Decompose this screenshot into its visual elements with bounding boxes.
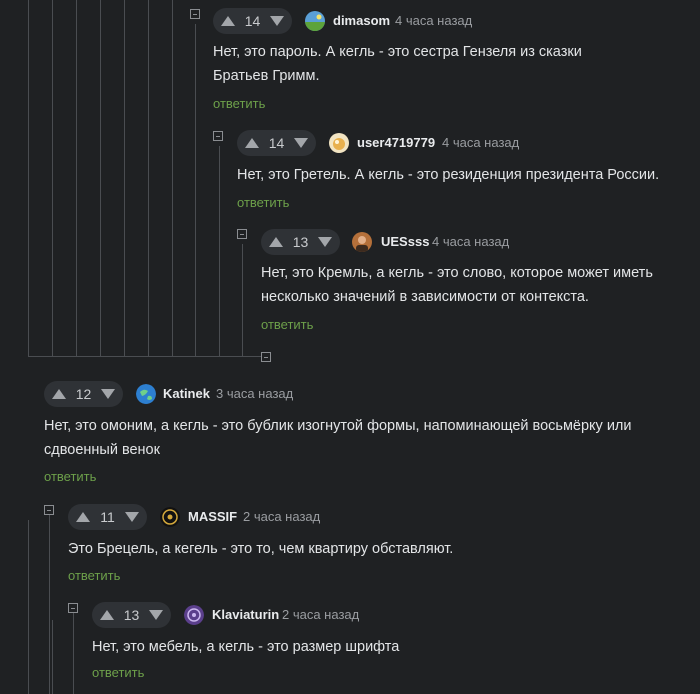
thread-line <box>49 515 50 694</box>
thread-line <box>219 146 220 356</box>
vote-count: 14 <box>268 135 285 151</box>
comment-text: Нет, это омоним, а кегль - это бублик из… <box>44 414 694 462</box>
upvote-arrow-icon[interactable] <box>245 138 259 148</box>
thread-line <box>52 620 53 694</box>
collapse-toggle[interactable] <box>237 229 247 239</box>
thread-line <box>172 0 173 356</box>
comment-text-line: Нет, это омоним, а кегль - это бублик из… <box>44 418 632 434</box>
thread-line <box>28 356 266 357</box>
comment-text-line: Нет, это Кремль, а кегль - это слово, ко… <box>261 265 653 281</box>
upvote-arrow-icon[interactable] <box>221 16 235 26</box>
downvote-arrow-icon[interactable] <box>293 138 308 148</box>
reply-link[interactable]: ответить <box>213 96 265 111</box>
vote-box: 13 <box>92 602 171 628</box>
collapse-toggle[interactable] <box>213 131 223 141</box>
upvote-arrow-icon[interactable] <box>269 237 283 247</box>
thread-line <box>148 0 149 356</box>
vote-count: 12 <box>75 386 92 402</box>
thread-line <box>28 520 29 694</box>
thread-line <box>28 0 29 356</box>
comment-author[interactable]: Klaviaturin <box>212 607 279 622</box>
comment-author[interactable]: UESsss <box>381 234 429 249</box>
comment-text: Нет, это пароль. А кегль - это сестра Ге… <box>213 40 683 88</box>
downvote-arrow-icon[interactable] <box>148 610 163 620</box>
comment-time[interactable]: 3 часа назад <box>216 386 293 401</box>
vote-box: 13 <box>261 229 340 255</box>
thread-line <box>52 0 53 356</box>
thread-line <box>124 0 125 356</box>
comment-text: Нет, это Кремль, а кегль - это слово, ко… <box>261 261 691 309</box>
vote-box: 14 <box>237 130 316 156</box>
comment-text-line: Это Брецель, а кегель - это то, чем квар… <box>68 541 454 557</box>
comment-text-line: несколько значений в зависимости от конт… <box>261 289 589 305</box>
reply-link[interactable]: ответить <box>68 568 120 583</box>
thread-line <box>73 613 74 694</box>
comment-text-line: сдвоенный венок <box>44 442 160 458</box>
upvote-arrow-icon[interactable] <box>52 389 66 399</box>
comment-author[interactable]: MASSIF <box>188 509 237 524</box>
comment-text: Нет, это Гретель. А кегль - это резиденц… <box>237 163 687 187</box>
comment-author[interactable]: Katinek <box>163 386 210 401</box>
comment-text-line: Нет, это мебель, а кегль - это размер шр… <box>92 639 400 655</box>
comment-text-line: Братьев Гримм. <box>213 68 320 84</box>
dark-circle-avatar-icon[interactable] <box>160 507 180 527</box>
comment-time[interactable]: 4 часа назад <box>442 135 519 150</box>
collapse-toggle[interactable] <box>68 603 78 613</box>
comment-author[interactable]: dimasom <box>333 13 390 28</box>
downvote-arrow-icon[interactable] <box>269 16 284 26</box>
reply-link[interactable]: ответить <box>237 195 289 210</box>
vote-box: 11 <box>68 504 147 530</box>
reply-link[interactable]: ответить <box>261 317 313 332</box>
comment-text: Нет, это мебель, а кегль - это размер шр… <box>92 635 682 659</box>
comment-text-line: Нет, это Гретель. А кегль - это резиденц… <box>237 167 660 183</box>
landscape-avatar-icon[interactable] <box>305 11 325 31</box>
reply-link[interactable]: ответить <box>92 665 144 680</box>
comment-text: Это Брецель, а кегель - это то, чем квар… <box>68 537 688 561</box>
thread-line <box>76 0 77 356</box>
upvote-arrow-icon[interactable] <box>76 512 90 522</box>
vote-box: 12 <box>44 381 123 407</box>
downvote-arrow-icon[interactable] <box>100 389 115 399</box>
vote-count: 13 <box>292 234 309 250</box>
comment-text-line: Нет, это пароль. А кегль - это сестра Ге… <box>213 44 582 60</box>
vote-count: 11 <box>100 509 115 525</box>
comment-time[interactable]: 2 часа назад <box>282 607 359 622</box>
reply-link[interactable]: ответить <box>44 469 96 484</box>
downvote-arrow-icon[interactable] <box>317 237 332 247</box>
vote-count: 14 <box>244 13 261 29</box>
upvote-arrow-icon[interactable] <box>100 610 114 620</box>
vote-count: 13 <box>123 607 140 623</box>
collapse-toggle[interactable] <box>261 352 271 362</box>
comment-author[interactable]: user4719779 <box>357 135 435 150</box>
downvote-arrow-icon[interactable] <box>124 512 139 522</box>
collapse-toggle[interactable] <box>44 505 54 515</box>
thread-line <box>195 24 196 356</box>
comment-time[interactable]: 4 часа назад <box>432 234 509 249</box>
thread-line <box>242 244 243 356</box>
food-avatar-icon[interactable] <box>329 133 349 153</box>
globe-avatar-icon[interactable] <box>136 384 156 404</box>
collapse-toggle[interactable] <box>190 9 200 19</box>
thread-line <box>100 0 101 356</box>
comment-time[interactable]: 2 часа назад <box>243 509 320 524</box>
purple-avatar-icon[interactable] <box>184 605 204 625</box>
vote-box: 14 <box>213 8 292 34</box>
comment-time[interactable]: 4 часа назад <box>395 13 472 28</box>
person-avatar-icon[interactable] <box>352 232 372 252</box>
